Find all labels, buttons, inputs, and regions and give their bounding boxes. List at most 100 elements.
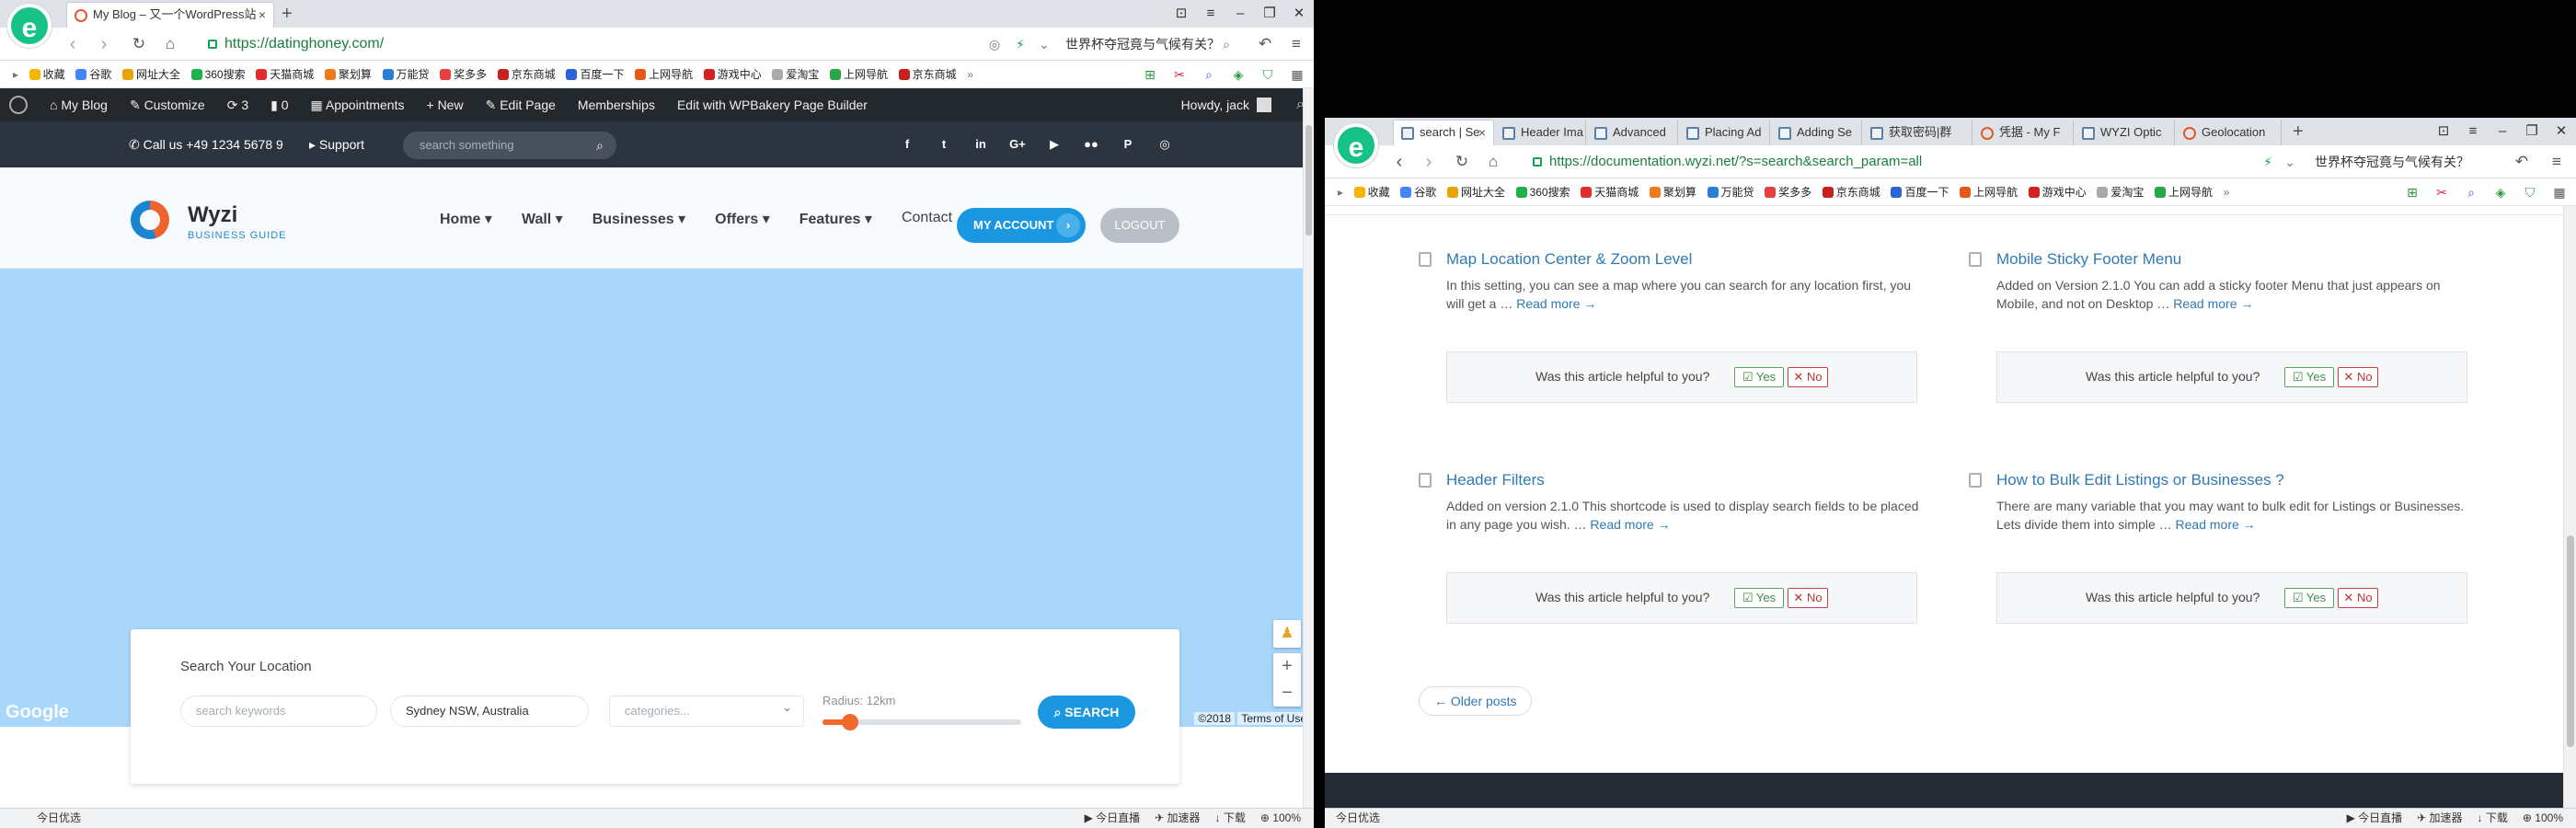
- facebook-icon[interactable]: f: [889, 121, 926, 167]
- read-more-link[interactable]: Read more →: [1516, 296, 1596, 311]
- bookmark-item[interactable]: 聚划算: [324, 61, 372, 87]
- brand-name[interactable]: Wyzi: [188, 202, 237, 228]
- categories-select[interactable]: categories...: [609, 693, 804, 727]
- yes-button[interactable]: ☑ Yes: [2284, 588, 2334, 608]
- bookmark-item[interactable]: 网址大全: [1446, 178, 1505, 205]
- read-more-link[interactable]: Read more →: [2173, 296, 2253, 311]
- status-daily-picks[interactable]: 今日优选: [37, 809, 81, 828]
- wp-customize[interactable]: ✎ Customize: [130, 98, 205, 113]
- article-title[interactable]: Mobile Sticky Footer Menu: [1996, 250, 2181, 269]
- pinterest-icon[interactable]: P: [1110, 121, 1146, 167]
- bookmark-item[interactable]: 收藏: [29, 61, 65, 87]
- logout-button[interactable]: LOGOUT: [1100, 208, 1179, 243]
- dropdown-icon[interactable]: ⌄: [1032, 33, 1056, 55]
- home-icon[interactable]: ⌂: [158, 33, 182, 55]
- nav-home[interactable]: Home ▾: [440, 210, 492, 228]
- grid-icon[interactable]: ▦: [2548, 181, 2570, 203]
- article-title[interactable]: Map Location Center & Zoom Level: [1446, 250, 1692, 269]
- forward-icon[interactable]: ›: [92, 33, 116, 55]
- article-title[interactable]: Header Filters: [1446, 471, 1545, 489]
- new-tab-icon[interactable]: +: [2293, 120, 2304, 144]
- tab-credentials[interactable]: 凭据 - My F: [1972, 120, 2074, 145]
- search-input[interactable]: 世界杯夺冠竟与气候有关？: [1065, 32, 1216, 56]
- bookmark-item[interactable]: 天猫商城: [1581, 178, 1639, 205]
- linkedin-icon[interactable]: in: [962, 121, 999, 167]
- menu-icon[interactable]: ≡: [2458, 118, 2488, 145]
- tab-adding-search[interactable]: Adding Se: [1770, 120, 1862, 145]
- tab-get-password[interactable]: 获取密码|群: [1862, 120, 1972, 145]
- no-button[interactable]: ✕ No: [2338, 588, 2378, 608]
- bookmark-item[interactable]: 上网导航: [1960, 178, 2018, 205]
- read-more-link[interactable]: Read more →: [1590, 517, 1670, 532]
- yes-button[interactable]: ☑ Yes: [2284, 367, 2334, 387]
- wp-howdy[interactable]: Howdy, jack: [1181, 88, 1249, 121]
- bookmark-item[interactable]: 京东商城: [898, 61, 957, 87]
- nav-businesses[interactable]: Businesses ▾: [592, 210, 685, 228]
- bookmark-item[interactable]: 上网导航: [635, 61, 693, 87]
- undo-icon[interactable]: ↶: [2510, 151, 2534, 173]
- menu-icon[interactable]: ≡: [1196, 0, 1225, 28]
- search-button[interactable]: ⌕ SEARCH: [1038, 696, 1135, 729]
- bookmark-item[interactable]: 百度一下: [566, 61, 624, 87]
- zoom-out-icon[interactable]: −: [1273, 680, 1301, 707]
- close-window-icon[interactable]: ✕: [1284, 0, 1314, 28]
- restore-icon[interactable]: ❐: [1255, 0, 1284, 28]
- back-icon[interactable]: ‹: [1387, 151, 1411, 173]
- address-input[interactable]: https://datinghoney.com/: [208, 32, 944, 56]
- article-title[interactable]: How to Bulk Edit Listings or Businesses …: [1996, 471, 2284, 489]
- dropdown-icon[interactable]: ⌄: [2278, 151, 2302, 173]
- bookmarks-more[interactable]: »: [967, 61, 973, 87]
- cut-icon[interactable]: ✂: [2431, 181, 2453, 203]
- no-button[interactable]: ✕ No: [1788, 588, 1828, 608]
- tab-my-blog[interactable]: My Blog – 又一个WordPress站 ×: [66, 2, 274, 28]
- bookmark-item[interactable]: 奖多多: [1765, 178, 1811, 205]
- yes-button[interactable]: ☑ Yes: [1734, 367, 1784, 387]
- no-button[interactable]: ✕ No: [1788, 367, 1828, 387]
- wp-updates[interactable]: ⟳ 3: [227, 98, 248, 113]
- shield-icon[interactable]: ⛉: [2519, 181, 2541, 203]
- search-input[interactable]: 世界杯夺冠竟与气候有关？: [2315, 150, 2469, 174]
- shield-icon[interactable]: ⛉: [1257, 63, 1279, 86]
- minimize-icon[interactable]: –: [1225, 0, 1255, 28]
- status-download[interactable]: ↓ 下载: [1215, 809, 1246, 828]
- bookmark-toggle-icon[interactable]: ▸: [13, 61, 18, 87]
- minimize-icon[interactable]: –: [2488, 118, 2517, 145]
- bookmark-item[interactable]: 游戏中心: [2028, 178, 2087, 205]
- bookmark-item[interactable]: 爱淘宝: [772, 61, 819, 87]
- status-accelerator[interactable]: ✈ 加速器: [1155, 809, 1200, 828]
- bookmark-item[interactable]: 360搜索: [1515, 178, 1570, 205]
- wp-comments[interactable]: ▮ 0: [270, 98, 288, 113]
- browser-logo-icon[interactable]: e: [1334, 123, 1378, 167]
- wp-appointments[interactable]: ▦ Appointments: [311, 98, 405, 113]
- grid-icon[interactable]: ▦: [1286, 63, 1308, 86]
- cut-icon[interactable]: ✂: [1168, 63, 1190, 86]
- wp-edit-page[interactable]: ✎ Edit Page: [486, 98, 556, 113]
- pegman-icon[interactable]: ♟: [1273, 620, 1301, 648]
- bookmark-item[interactable]: 聚划算: [1649, 178, 1696, 205]
- site-search-input[interactable]: search something ⌕: [403, 132, 616, 159]
- keywords-input[interactable]: search keywords: [180, 696, 377, 727]
- nav-offers[interactable]: Offers ▾: [715, 210, 770, 228]
- tab-geolocation[interactable]: Geolocation: [2175, 120, 2282, 145]
- bookmark-item[interactable]: 谷歌: [75, 61, 111, 87]
- flickr-icon[interactable]: ●●: [1073, 121, 1110, 167]
- bookmark-item[interactable]: 360搜索: [190, 61, 246, 87]
- tab-advanced[interactable]: Advanced: [1586, 120, 1678, 145]
- scroll-thumb[interactable]: [2567, 535, 2574, 747]
- map-terms-link[interactable]: Terms of Use: [1237, 712, 1310, 725]
- reload-icon[interactable]: ↻: [127, 33, 151, 55]
- bookmark-item[interactable]: 谷歌: [1400, 178, 1436, 205]
- speed-icon[interactable]: ⚡: [2256, 151, 2280, 173]
- status-zoom[interactable]: ⊕ 100%: [2523, 809, 2563, 828]
- forward-icon[interactable]: ›: [1417, 151, 1441, 173]
- google-plus-icon[interactable]: G+: [999, 121, 1036, 167]
- wordpress-icon[interactable]: [9, 96, 28, 114]
- radius-handle[interactable]: [842, 714, 859, 730]
- wyzi-logo-icon[interactable]: [131, 201, 169, 239]
- status-accelerator[interactable]: ✈ 加速器: [2417, 809, 2462, 828]
- bookmark-item[interactable]: 京东商城: [1822, 178, 1880, 205]
- instagram-icon[interactable]: ◎: [1146, 121, 1183, 167]
- magnifier-icon[interactable]: ⌕: [2460, 181, 2482, 203]
- wp-wpbakery[interactable]: Edit with WPBakery Page Builder: [677, 98, 868, 112]
- new-tab-icon[interactable]: +: [282, 2, 293, 26]
